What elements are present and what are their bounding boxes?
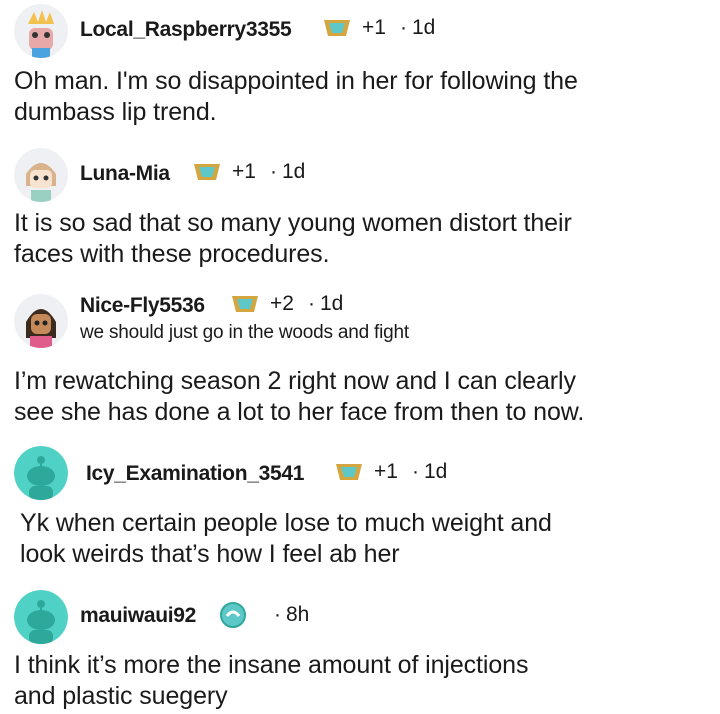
comment-line: Oh man. I'm so disappointed in her for f… <box>14 67 578 95</box>
comment-line: It is so sad that so many young women di… <box>14 209 572 237</box>
comment-3: Nice-Fly5536 +2 · 1d we should just go i… <box>0 282 720 442</box>
user-avatar-icon <box>14 148 68 202</box>
comment-5: mauiwaui92 · 8h I think it’s more the in… <box>0 588 720 714</box>
comment-line: dumbass lip trend. <box>14 98 217 126</box>
score: +1 <box>374 460 398 483</box>
comment-meta: +1 · 1d <box>334 460 447 484</box>
avatar[interactable] <box>14 446 68 500</box>
separator: · <box>399 16 407 39</box>
comment-body: I’m rewatching season 2 right now and I … <box>14 366 714 428</box>
comment-line: I’m rewatching season 2 right now and I … <box>14 367 576 395</box>
award-icon[interactable] <box>322 16 352 40</box>
timestamp: 8h <box>286 603 310 626</box>
comment-line: look weirds that’s how I feel ab her <box>20 540 400 568</box>
comment-4: Icy_Examination_3541 +1 · 1d Yk when cer… <box>0 446 720 581</box>
avatar[interactable] <box>14 4 68 58</box>
username[interactable]: mauiwaui92 <box>80 604 196 628</box>
comment-meta: +1 · 1d <box>192 160 305 184</box>
separator: · <box>269 160 277 183</box>
score: +1 <box>362 16 386 39</box>
award-icon[interactable] <box>230 292 260 316</box>
user-avatar-icon <box>14 4 68 58</box>
comment-body: Oh man. I'm so disappointed in her for f… <box>14 66 714 128</box>
user-flair: we should just go in the woods and fight <box>80 322 409 343</box>
username[interactable]: Icy_Examination_3541 <box>86 462 304 486</box>
user-avatar-icon <box>14 294 68 348</box>
comment-meta: +2 · 1d <box>230 292 343 316</box>
separator: · <box>411 460 419 483</box>
snoo-avatar-icon <box>14 446 68 500</box>
timestamp: 1d <box>411 16 436 39</box>
comment-line: faces with these procedures. <box>14 240 330 268</box>
comment-line: see she has done a lot to her face from … <box>14 398 585 426</box>
username[interactable]: Luna-Mia <box>80 162 170 186</box>
comment-body: Yk when certain people lose to much weig… <box>20 508 720 570</box>
achievement-icon[interactable] <box>220 602 246 628</box>
username[interactable]: Local_Raspberry3355 <box>80 18 292 42</box>
separator: · <box>307 292 315 315</box>
separator: · <box>274 603 281 626</box>
avatar[interactable] <box>14 148 68 202</box>
comment-1: Local_Raspberry3355 +1 · 1d Oh man. I'm … <box>0 0 720 135</box>
avatar[interactable] <box>14 294 68 348</box>
comment-body: It is so sad that so many young women di… <box>14 208 714 270</box>
award-icon[interactable] <box>192 160 222 184</box>
timestamp: 1d <box>423 460 448 483</box>
comment-body: I think it’s more the insane amount of i… <box>14 650 714 712</box>
avatar[interactable] <box>14 590 68 644</box>
score: +1 <box>232 160 256 183</box>
comment-meta: +1 · 1d <box>322 16 435 40</box>
comment-line: I think it’s more the insane amount of i… <box>14 651 529 679</box>
username[interactable]: Nice-Fly5536 <box>80 294 205 318</box>
timestamp: 1d <box>281 160 306 183</box>
award-icon[interactable] <box>334 460 364 484</box>
comment-meta: · 8h <box>220 602 309 628</box>
comment-line: Yk when certain people lose to much weig… <box>20 509 552 537</box>
comment-2: Luna-Mia +1 · 1d It is so sad that so ma… <box>0 140 720 275</box>
score: +2 <box>270 292 294 315</box>
comment-line: and plastic suegery <box>14 682 228 710</box>
snoo-avatar-icon <box>14 590 68 644</box>
timestamp: 1d <box>319 292 344 315</box>
